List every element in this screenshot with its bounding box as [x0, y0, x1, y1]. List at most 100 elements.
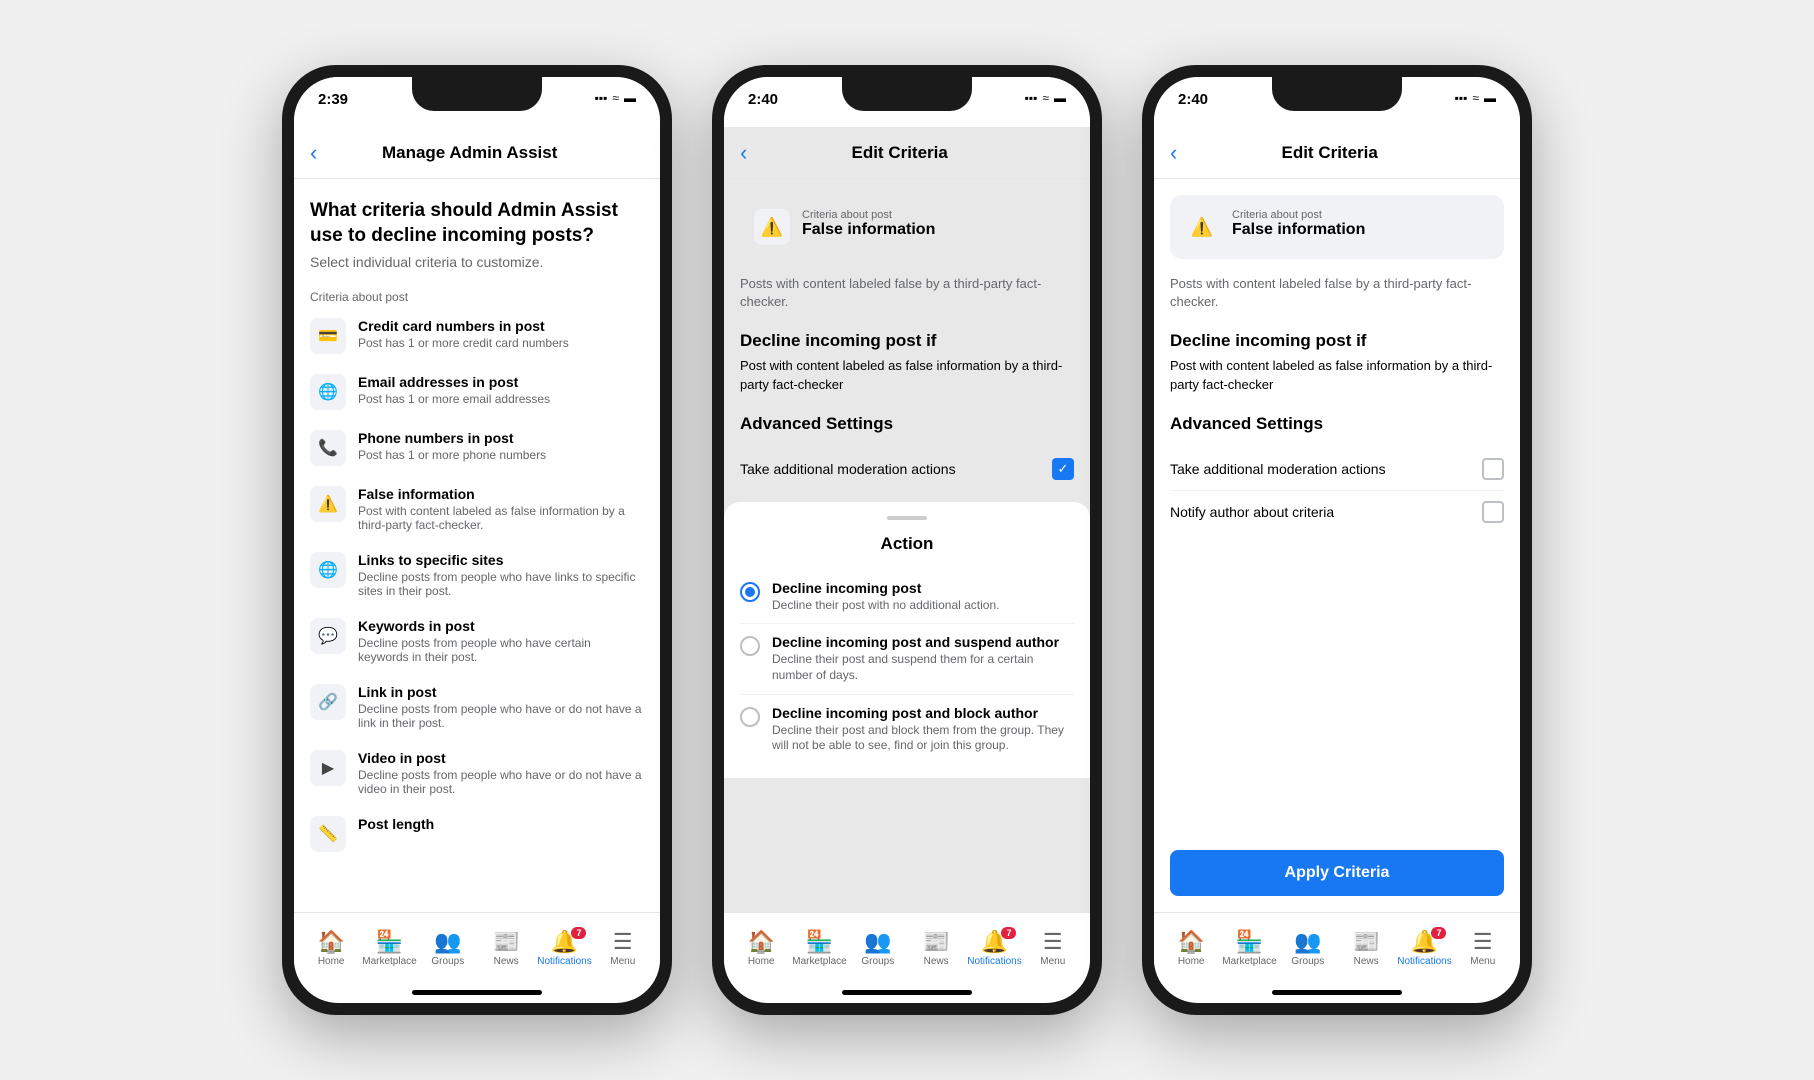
- decline-body-2: Post with content labeled as false infor…: [724, 357, 1090, 405]
- tab-bar-1: 🏠 Home 🏪 Marketplace 👥 Groups 📰 News 🔔 7…: [294, 912, 660, 984]
- tab-groups-1[interactable]: 👥 Groups: [422, 931, 474, 967]
- card-small-label-3: Criteria about post: [1232, 209, 1365, 221]
- decline-heading-3: Decline incoming post if: [1154, 323, 1520, 357]
- nav-title-2: Edit Criteria: [759, 143, 1040, 163]
- list-item[interactable]: 🌐 Links to specific sites Decline posts …: [294, 542, 660, 608]
- nav-title-3: Edit Criteria: [1189, 143, 1470, 163]
- tab-label: Notifications: [537, 956, 591, 967]
- status-icons-2: ▪▪▪ ≈ ▬: [1025, 91, 1066, 105]
- warning-icon: ⚠️: [310, 486, 346, 522]
- tab-label: News: [1354, 956, 1379, 967]
- nav-bar-3: ‹ Edit Criteria: [1154, 127, 1520, 179]
- criteria-desc: Decline posts from people who have certa…: [358, 636, 644, 664]
- sheet-handle: [887, 516, 927, 520]
- email-icon: 🌐: [310, 374, 346, 410]
- tab-label: Marketplace: [792, 956, 846, 967]
- tab-label: Notifications: [967, 956, 1021, 967]
- list-item[interactable]: ▶ Video in post Decline posts from peopl…: [294, 740, 660, 806]
- list-item[interactable]: ⚠️ False information Post with content l…: [294, 476, 660, 542]
- radio-unselected[interactable]: [740, 707, 760, 727]
- radio-title: Decline incoming post and block author: [772, 705, 1074, 721]
- tab-label: Groups: [1291, 956, 1324, 967]
- tab-news-1[interactable]: 📰 News: [480, 931, 532, 967]
- credit-card-icon: 💳: [310, 318, 346, 354]
- back-button-2[interactable]: ‹: [740, 140, 747, 166]
- tab-groups-2[interactable]: 👥 Groups: [852, 931, 904, 967]
- card-small-label: Criteria about post: [802, 209, 935, 221]
- criteria-title: Video in post: [358, 750, 644, 766]
- setting-label-moderation: Take additional moderation actions: [1170, 461, 1386, 477]
- radio-desc: Decline their post with no additional ac…: [772, 598, 999, 614]
- tab-news-2[interactable]: 📰 News: [910, 931, 962, 967]
- tab-marketplace-3[interactable]: 🏪 Marketplace: [1223, 931, 1275, 967]
- list-item[interactable]: 📏 Post length: [294, 806, 660, 862]
- list-item[interactable]: 💳 Credit card numbers in post Post has 1…: [294, 308, 660, 364]
- tab-home-3[interactable]: 🏠 Home: [1165, 931, 1217, 967]
- radio-decline[interactable]: Decline incoming post Decline their post…: [740, 570, 1074, 625]
- setting-row-additional[interactable]: Take additional moderation actions ✓: [740, 448, 1074, 490]
- criteria-title: Link in post: [358, 684, 644, 700]
- home-indicator-2: [842, 990, 972, 995]
- radio-title: Decline incoming post and suspend author: [772, 634, 1074, 650]
- decline-heading-2: Decline incoming post if: [724, 323, 1090, 357]
- back-button-1[interactable]: ‹: [310, 140, 317, 166]
- setting-row-moderation[interactable]: Take additional moderation actions: [1170, 448, 1504, 491]
- tab-bar-3: 🏠 Home 🏪 Marketplace 👥 Groups 📰 News 🔔 7…: [1154, 912, 1520, 984]
- tab-label: Menu: [1470, 956, 1495, 967]
- radio-decline-suspend[interactable]: Decline incoming post and suspend author…: [740, 624, 1074, 694]
- setting-label-notify: Notify author about criteria: [1170, 504, 1334, 520]
- tab-label: Home: [1178, 956, 1205, 967]
- tab-label: Marketplace: [362, 956, 416, 967]
- radio-unselected[interactable]: [740, 636, 760, 656]
- list-item[interactable]: 💬 Keywords in post Decline posts from pe…: [294, 608, 660, 674]
- tab-menu-3[interactable]: ☰ Menu: [1457, 931, 1509, 967]
- battery-icon: ▬: [1054, 91, 1066, 105]
- criteria-desc: Post has 1 or more phone numbers: [358, 448, 546, 462]
- home-icon: 🏠: [747, 931, 774, 953]
- setting-row-notify[interactable]: Notify author about criteria: [1170, 491, 1504, 533]
- wifi-icon: ≈: [1472, 91, 1479, 105]
- list-item[interactable]: 📞 Phone numbers in post Post has 1 or mo…: [294, 420, 660, 476]
- tab-news-3[interactable]: 📰 News: [1340, 931, 1392, 967]
- phone-2: 2:40 ▪▪▪ ≈ ▬ ‹ Edit Criteria ⚠️ Criteria…: [712, 65, 1102, 1015]
- battery-icon: ▬: [1484, 91, 1496, 105]
- back-button-3[interactable]: ‹: [1170, 140, 1177, 166]
- apply-criteria-button[interactable]: Apply Criteria: [1170, 850, 1504, 896]
- warning-card-icon: ⚠️: [754, 209, 790, 245]
- criteria-list: 💳 Credit card numbers in post Post has 1…: [294, 308, 660, 862]
- checkbox-unchecked-notify[interactable]: [1482, 501, 1504, 523]
- checkbox-checked[interactable]: ✓: [1052, 458, 1074, 480]
- radio-decline-block[interactable]: Decline incoming post and block author D…: [740, 695, 1074, 764]
- tab-notifications-2[interactable]: 🔔 7 Notifications: [968, 931, 1020, 967]
- tab-notifications-3[interactable]: 🔔 7 Notifications: [1398, 931, 1450, 967]
- tab-marketplace-2[interactable]: 🏪 Marketplace: [793, 931, 845, 967]
- tab-label: Notifications: [1397, 956, 1451, 967]
- radio-title: Decline incoming post: [772, 580, 999, 596]
- radio-selected[interactable]: [740, 582, 760, 602]
- notification-badge-1: 7: [571, 927, 586, 939]
- tab-notifications-1[interactable]: 🔔 7 Notifications: [538, 931, 590, 967]
- tab-marketplace-1[interactable]: 🏪 Marketplace: [363, 931, 415, 967]
- tab-home-2[interactable]: 🏠 Home: [735, 931, 787, 967]
- checkbox-unchecked-moderation[interactable]: [1482, 458, 1504, 480]
- criteria-desc: Post has 1 or more credit card numbers: [358, 336, 569, 350]
- tab-label: Menu: [610, 956, 635, 967]
- status-bar-2: 2:40 ▪▪▪ ≈ ▬: [724, 77, 1090, 127]
- list-item[interactable]: 🔗 Link in post Decline posts from people…: [294, 674, 660, 740]
- tab-groups-3[interactable]: 👥 Groups: [1282, 931, 1334, 967]
- criteria-section-label: Criteria about post: [294, 282, 660, 308]
- action-sheet-2: Action Decline incoming post Decline the…: [724, 502, 1090, 778]
- tab-home-1[interactable]: 🏠 Home: [305, 931, 357, 967]
- tab-menu-1[interactable]: ☰ Menu: [597, 931, 649, 967]
- criteria-title: Phone numbers in post: [358, 430, 546, 446]
- setting-label: Take additional moderation actions: [740, 461, 956, 477]
- criteria-title: Email addresses in post: [358, 374, 550, 390]
- criteria-title: Keywords in post: [358, 618, 644, 634]
- tab-label: Groups: [861, 956, 894, 967]
- criteria-desc: Decline posts from people who have or do…: [358, 702, 644, 730]
- tab-menu-2[interactable]: ☰ Menu: [1027, 931, 1079, 967]
- list-item[interactable]: 🌐 Email addresses in post Post has 1 or …: [294, 364, 660, 420]
- home-indicator-3: [1272, 990, 1402, 995]
- keyword-icon: 💬: [310, 618, 346, 654]
- time-3: 2:40: [1178, 91, 1208, 108]
